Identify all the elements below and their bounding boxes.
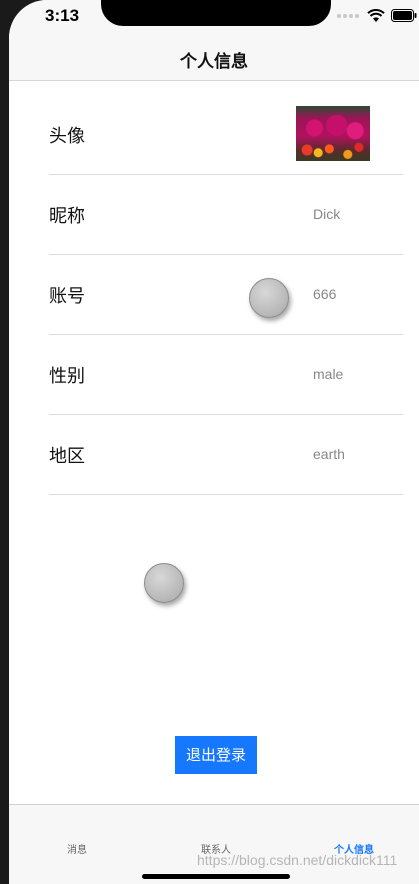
row-value: 666 <box>313 286 337 302</box>
signal-icon <box>337 14 341 18</box>
row-label: 性别 <box>49 366 85 387</box>
status-icons <box>337 8 419 24</box>
row-region[interactable]: 地区 earth <box>49 414 403 495</box>
wifi-icon <box>367 9 385 22</box>
row-nickname[interactable]: 昵称 Dick <box>49 174 403 255</box>
assistive-touch-button[interactable] <box>144 563 184 603</box>
battery-icon <box>391 9 417 22</box>
row-label: 头像 <box>49 126 85 147</box>
signal-icon <box>349 14 353 18</box>
logout-button[interactable]: 退出登录 <box>175 736 257 774</box>
home-indicator <box>142 874 290 879</box>
row-value: Dick <box>313 206 341 222</box>
status-bar: 3:13 <box>9 0 419 36</box>
tab-bar: 消息 联系人 个人信息 <box>9 804 419 884</box>
row-value: earth <box>313 446 345 462</box>
tab-messages[interactable]: 消息 <box>37 841 117 856</box>
signal-icon <box>355 14 359 18</box>
row-value: male <box>313 366 344 382</box>
phone-screen: 3:13 个人信息 头像 昵称 Dick 账号 666 性别 male 地区 e… <box>9 0 419 884</box>
row-label: 账号 <box>49 286 85 307</box>
row-gender[interactable]: 性别 male <box>49 334 403 415</box>
watermark: https://blog.csdn.net/dickdick111 <box>197 852 398 868</box>
row-avatar[interactable]: 头像 <box>49 94 403 175</box>
signal-icon <box>343 14 347 18</box>
status-time: 3:13 <box>45 6 80 25</box>
avatar[interactable] <box>296 106 370 161</box>
row-account[interactable]: 账号 666 <box>49 254 403 335</box>
row-label: 昵称 <box>49 206 85 227</box>
navigation-bar: 个人信息 <box>9 36 419 81</box>
page-title: 个人信息 <box>180 52 248 72</box>
assistive-touch-button[interactable] <box>249 278 289 318</box>
notch <box>101 0 331 26</box>
row-label: 地区 <box>49 446 85 467</box>
